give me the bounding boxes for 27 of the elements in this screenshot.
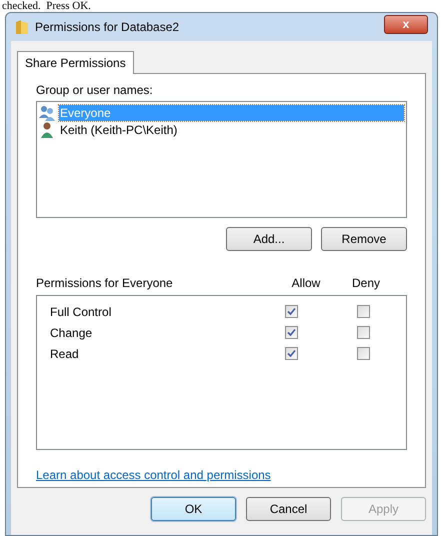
users-icon <box>39 104 57 120</box>
dialog-button[interactable]: Cancel <box>246 497 331 521</box>
action-button[interactable]: Remove <box>321 227 407 252</box>
checkbox[interactable] <box>357 326 370 340</box>
checkbox[interactable] <box>284 326 298 340</box>
check-icon <box>286 307 296 316</box>
folder-icon <box>15 19 29 35</box>
checkbox[interactable] <box>357 347 370 360</box>
permission-name: Read <box>49 346 80 363</box>
window-title: Permissions for Database2 <box>35 19 180 36</box>
dialog-button[interactable]: OK <box>151 497 236 521</box>
permission-name: Change <box>49 324 94 342</box>
check-icon <box>286 328 296 338</box>
checkbox[interactable] <box>284 347 298 360</box>
user-item[interactable]: Keith (Keith-PC\Keith) <box>59 122 404 138</box>
permission-name: Full Control <box>49 304 112 321</box>
document-text: checked. Press OK. <box>2 0 92 12</box>
checkbox[interactable] <box>357 305 370 318</box>
help-link[interactable]: Learn about access control and permissions <box>36 468 271 482</box>
column-header: Deny <box>350 276 381 292</box>
column-header: Allow <box>290 276 322 292</box>
tab[interactable]: Share Permissions <box>17 51 134 74</box>
action-button[interactable]: Add... <box>226 227 312 252</box>
check-icon <box>286 349 296 358</box>
permissions-label: Permissions for Everyone <box>36 276 174 292</box>
users-label: Group or user names: <box>36 83 154 98</box>
checkbox[interactable] <box>284 305 298 318</box>
